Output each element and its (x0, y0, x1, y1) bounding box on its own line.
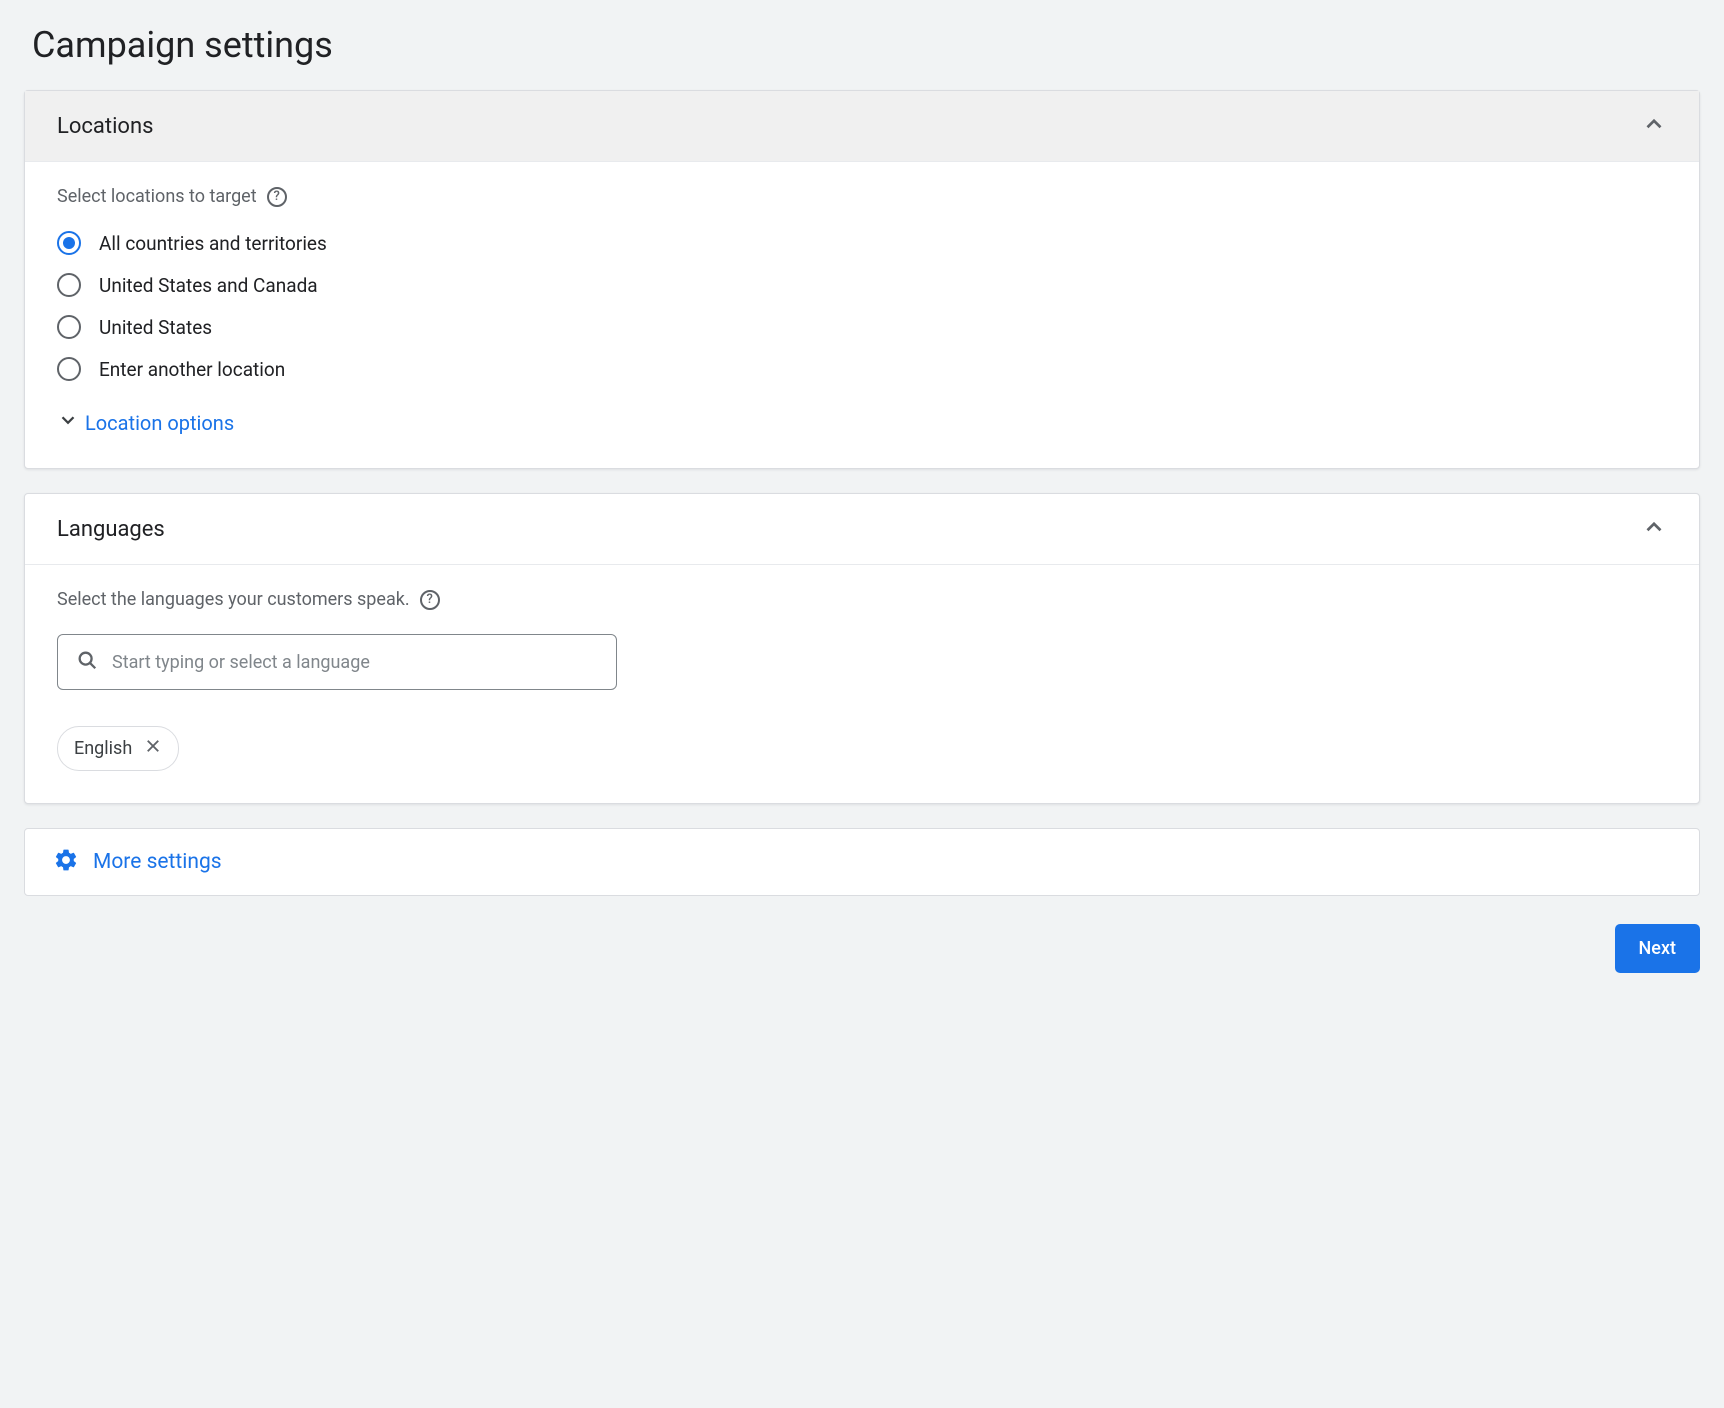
radio-label: United States (99, 316, 212, 339)
languages-subtitle-text: Select the languages your customers spea… (57, 589, 410, 610)
locations-card-header[interactable]: Locations (25, 91, 1699, 162)
radio-enter-another[interactable]: Enter another location (57, 357, 1667, 381)
search-icon (76, 649, 98, 675)
radio-selected-icon (57, 231, 81, 255)
locations-radio-group: All countries and territories United Sta… (57, 231, 1667, 381)
close-icon[interactable] (144, 737, 162, 760)
radio-us-canada[interactable]: United States and Canada (57, 273, 1667, 297)
chevron-up-icon (1641, 514, 1667, 544)
location-options-label: Location options (85, 411, 234, 435)
languages-subtitle: Select the languages your customers spea… (57, 589, 1667, 610)
locations-subtitle: Select locations to target ? (57, 186, 1667, 207)
language-search-box[interactable] (57, 634, 617, 690)
locations-card: Locations Select locations to target ? A… (24, 90, 1700, 469)
language-search-input[interactable] (112, 652, 598, 673)
language-chip-english: English (57, 726, 179, 771)
locations-card-title: Locations (57, 114, 153, 139)
chevron-up-icon (1641, 111, 1667, 141)
radio-label: All countries and territories (99, 232, 327, 255)
radio-label: United States and Canada (99, 274, 318, 297)
page-title: Campaign settings (32, 24, 1700, 66)
location-options-toggle[interactable]: Location options (57, 409, 1667, 436)
radio-us[interactable]: United States (57, 315, 1667, 339)
chevron-down-icon (57, 409, 79, 436)
footer: Next (24, 924, 1700, 973)
chip-label: English (74, 738, 132, 759)
more-settings-button[interactable]: More settings (24, 828, 1700, 896)
locations-card-body: Select locations to target ? All countri… (25, 162, 1699, 468)
locations-subtitle-text: Select locations to target (57, 186, 257, 207)
languages-card: Languages Select the languages your cust… (24, 493, 1700, 804)
next-button[interactable]: Next (1615, 924, 1700, 973)
radio-unselected-icon (57, 357, 81, 381)
languages-card-header[interactable]: Languages (25, 494, 1699, 565)
radio-label: Enter another location (99, 358, 285, 381)
gear-icon (53, 847, 79, 877)
help-icon[interactable]: ? (267, 187, 287, 207)
more-settings-label: More settings (93, 850, 222, 874)
languages-card-body: Select the languages your customers spea… (25, 565, 1699, 803)
radio-all-countries[interactable]: All countries and territories (57, 231, 1667, 255)
languages-card-title: Languages (57, 517, 165, 542)
radio-unselected-icon (57, 273, 81, 297)
radio-unselected-icon (57, 315, 81, 339)
help-icon[interactable]: ? (420, 590, 440, 610)
